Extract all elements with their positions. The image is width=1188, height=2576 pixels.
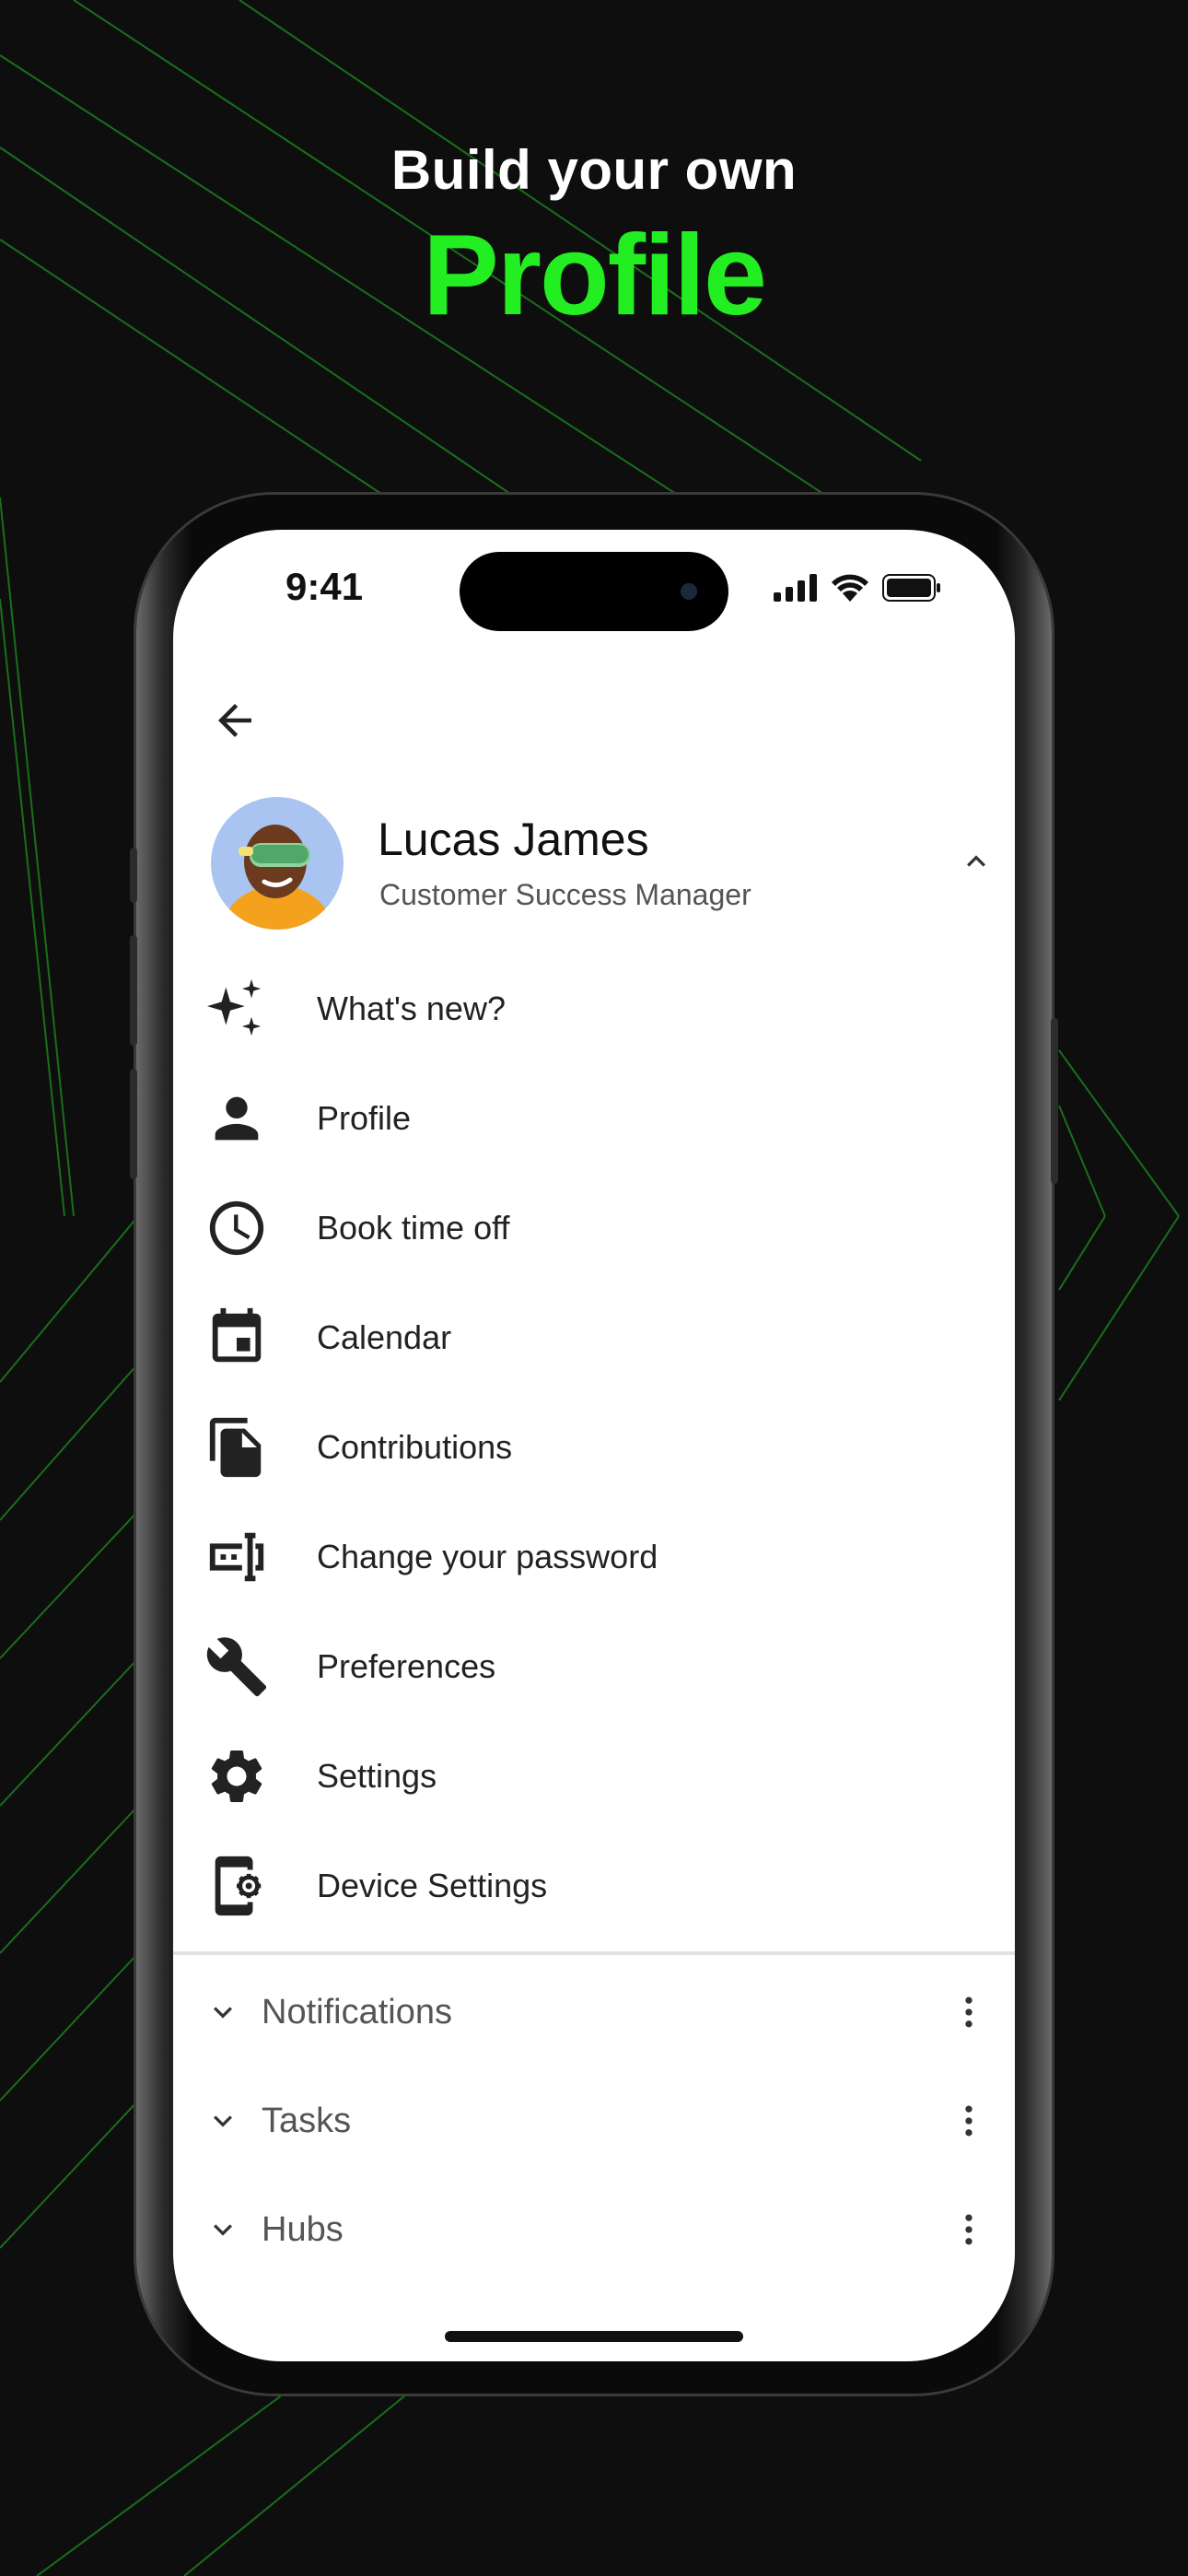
divider: [173, 1951, 1015, 1955]
volume-down-button: [130, 1069, 137, 1179]
chevron-down-icon[interactable]: [195, 1985, 250, 2040]
section-label: Tasks: [262, 2102, 352, 2140]
menu-item-profile[interactable]: Profile: [173, 1063, 1015, 1173]
collapse-profile-button[interactable]: [949, 834, 1004, 889]
person-icon: [204, 1086, 269, 1151]
menu-item-label: Settings: [317, 1756, 437, 1795]
menu-item-book-time-off[interactable]: Book time off: [173, 1173, 1015, 1282]
password-icon: [204, 1525, 269, 1589]
section-notifications[interactable]: Notifications: [173, 1958, 1015, 2067]
phone-screen: 9:41 Lucas James Customer Success Manage…: [173, 530, 1015, 2361]
signal-icon: [774, 574, 817, 602]
power-button: [1051, 1018, 1058, 1184]
menu-item-label: Preferences: [317, 1646, 496, 1685]
chevron-up-icon: [967, 855, 985, 867]
menu-item-label: What's new?: [317, 989, 506, 1027]
documents-icon: [204, 1415, 269, 1480]
headline-subtitle: Build your own: [390, 139, 798, 201]
menu-item-label: Book time off: [317, 1208, 510, 1247]
home-indicator[interactable]: [445, 2331, 743, 2342]
headline-title: Profile: [423, 212, 767, 339]
menu-item-preferences[interactable]: Preferences: [173, 1611, 1015, 1721]
calendar-icon: [204, 1306, 269, 1370]
user-role: Customer Success Manager: [379, 878, 751, 911]
wifi-icon: [832, 574, 868, 602]
back-button[interactable]: [203, 688, 267, 753]
menu-item-label: Contributions: [317, 1427, 513, 1466]
menu-item-device-settings[interactable]: Device Settings: [173, 1831, 1015, 1940]
camera-icon: [681, 583, 697, 600]
arrow-left-icon: [218, 704, 251, 737]
section-tasks[interactable]: Tasks: [173, 2067, 1015, 2175]
menu-item-label: Change your password: [317, 1537, 658, 1575]
gear-icon: [204, 1744, 269, 1809]
chevron-down-icon[interactable]: [195, 2202, 250, 2257]
dynamic-island: [460, 552, 728, 631]
more-options-icon[interactable]: [941, 1985, 996, 2040]
section-hubs[interactable]: Hubs: [173, 2175, 1015, 2284]
clock-icon: [204, 1196, 269, 1260]
menu-item-contributions[interactable]: Contributions: [173, 1392, 1015, 1502]
status-time: 9:41: [285, 565, 364, 608]
battery-icon: [882, 574, 940, 602]
section-label: Notifications: [262, 1993, 452, 2032]
menu-item-label: Profile: [317, 1098, 412, 1137]
sparkles-icon: [204, 977, 269, 1041]
menu-item-label: Device Settings: [317, 1866, 548, 1904]
menu-item-label: Calendar: [317, 1317, 452, 1356]
chevron-down-icon[interactable]: [195, 2093, 250, 2149]
more-options-icon[interactable]: [941, 2202, 996, 2257]
avatar-image: [211, 797, 344, 930]
status-icons: [774, 574, 941, 602]
more-options-icon[interactable]: [941, 2093, 996, 2149]
avatar[interactable]: [211, 797, 344, 930]
volume-up-button: [130, 935, 137, 1046]
wrench-icon: [204, 1634, 269, 1699]
section-label: Hubs: [262, 2210, 344, 2249]
menu-item-settings[interactable]: Settings: [173, 1721, 1015, 1831]
menu-item-change-password[interactable]: Change your password: [173, 1502, 1015, 1611]
device-settings-icon: [204, 1854, 269, 1918]
action-button: [130, 848, 137, 903]
menu-item-whats-new[interactable]: What's new?: [173, 954, 1015, 1063]
menu-item-calendar[interactable]: Calendar: [173, 1282, 1015, 1392]
user-name: Lucas James: [378, 814, 649, 865]
